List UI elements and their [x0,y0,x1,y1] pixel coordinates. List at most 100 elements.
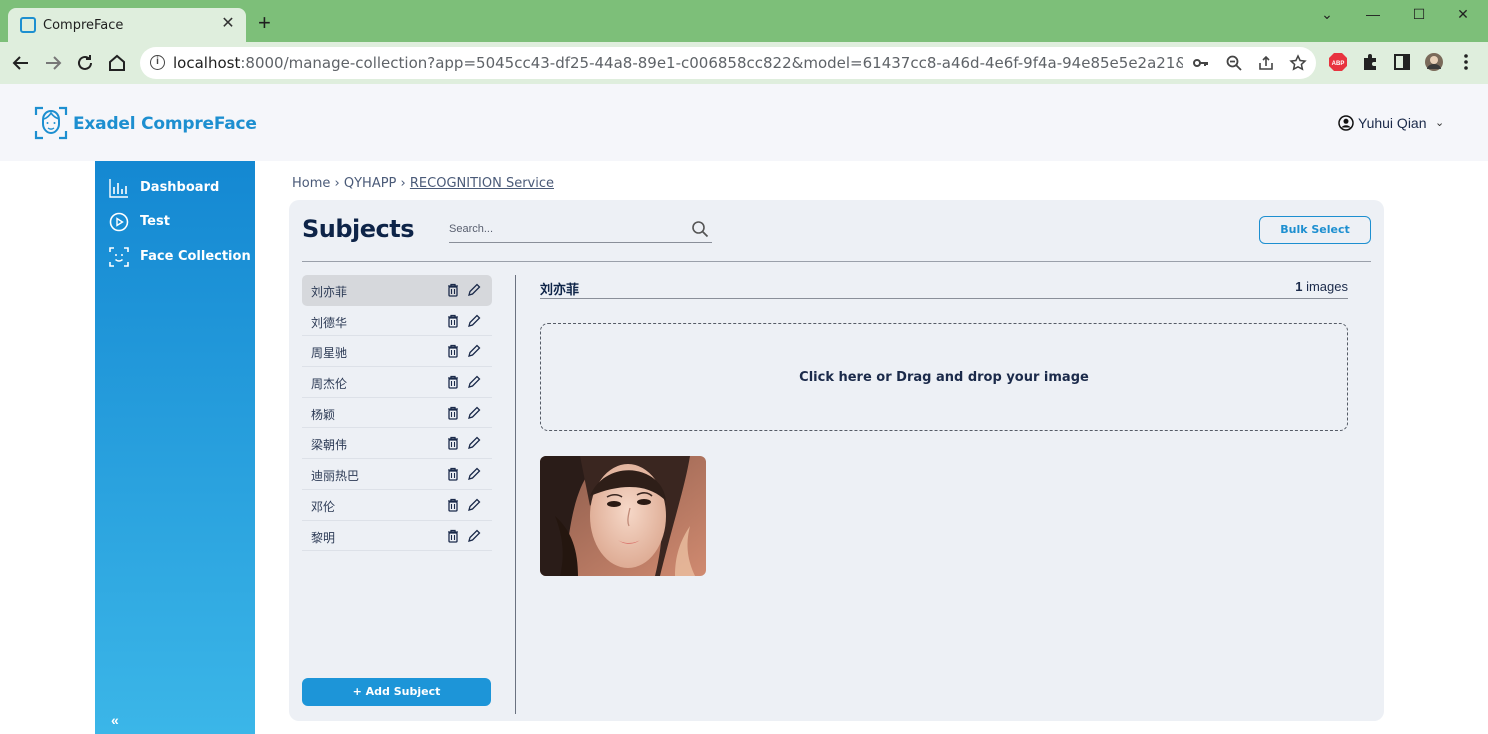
trash-icon[interactable] [447,283,459,297]
divider [515,275,516,714]
divider [540,298,1348,299]
sidebar-item-label: Dashboard [140,180,220,195]
pencil-edit-icon[interactable] [467,436,481,450]
pencil-edit-icon[interactable] [467,314,481,328]
tab-search-icon[interactable]: ⌄ [1312,6,1342,26]
browser-menu-icon[interactable] [1456,52,1476,72]
home-icon[interactable] [106,52,128,74]
subject-row[interactable]: 刘亦菲 [302,275,492,306]
breadcrumb-service[interactable]: RECOGNITION Service [410,176,554,191]
chevron-down-icon: ⌄ [1435,117,1445,129]
zoom-icon[interactable] [1225,54,1243,72]
back-arrow-icon[interactable] [10,52,32,74]
pencil-edit-icon[interactable] [467,529,481,543]
compreface-favicon-icon [20,17,36,33]
add-subject-button[interactable]: + Add Subject [302,678,491,706]
trash-icon[interactable] [447,406,459,420]
subject-name: 梁朝伟 [311,438,348,453]
logo-text[interactable]: Exadel CompreFace [73,114,257,134]
forward-arrow-icon[interactable] [42,52,64,74]
user-name: Yuhui Qian [1358,115,1427,131]
pencil-edit-icon[interactable] [467,344,481,358]
minimize-button[interactable]: — [1358,6,1388,26]
subject-row[interactable]: 周杰伦 [302,367,492,398]
pencil-edit-icon[interactable] [467,467,481,481]
breadcrumb: Home › QYHAPP › RECOGNITION Service [292,176,554,191]
face-scan-icon [109,247,129,267]
trash-icon[interactable] [447,375,459,389]
sidebar-item-label: Test [140,214,170,229]
page-title: Subjects [302,215,415,243]
trash-icon[interactable] [447,436,459,451]
key-icon[interactable] [1192,54,1210,72]
subjects-panel: Subjects Bulk Select 刘亦菲刘德华周星驰周杰伦杨颖梁朝伟迪丽… [289,200,1384,721]
address-bar[interactable]: i localhost:8000/manage-collection?app=5… [140,47,1316,79]
bookmark-star-icon[interactable] [1289,54,1307,72]
url-text: localhost:8000/manage-collection?app=504… [173,54,1183,72]
subject-name: 周星驰 [311,346,348,361]
pencil-edit-icon[interactable] [467,498,481,512]
breadcrumb-app[interactable]: QYHAPP [344,176,397,191]
subject-row[interactable]: 刘德华 [302,306,492,337]
subject-photo-thumbnail[interactable] [540,456,706,576]
subject-name: 黎明 [311,530,336,545]
user-circle-icon [1338,115,1354,131]
trash-icon[interactable] [447,498,459,512]
subject-row[interactable]: 黎明 [302,521,492,552]
pencil-edit-icon[interactable] [467,283,481,297]
new-tab-button[interactable]: + [258,12,271,34]
compreface-logo-icon[interactable] [34,106,68,140]
selected-subject-name: 刘亦菲 [540,283,580,298]
subject-name: 刘德华 [311,315,348,330]
play-circle-icon [109,212,129,232]
extensions-puzzle-icon[interactable] [1360,52,1380,72]
subject-name: 周杰伦 [311,377,348,392]
subject-row[interactable]: 邓伦 [302,490,492,521]
site-info-icon[interactable]: i [150,55,165,70]
app-header: Exadel CompreFace Yuhui Qian ⌄ [0,84,1488,161]
subject-name: 杨颖 [311,407,336,422]
close-window-button[interactable]: ✕ [1448,6,1478,26]
reload-icon[interactable] [74,52,96,74]
breadcrumb-home[interactable]: Home [292,176,330,191]
subject-list: 刘亦菲刘德华周星驰周杰伦杨颖梁朝伟迪丽热巴邓伦黎明 [302,275,492,552]
breadcrumb-separator: › [400,176,406,191]
breadcrumb-separator: › [334,176,340,191]
subject-name: 刘亦菲 [311,285,348,299]
svg-text:ABP: ABP [1332,61,1345,67]
bulk-select-button[interactable]: Bulk Select [1259,216,1371,244]
subject-name: 迪丽热巴 [311,469,360,484]
search-field[interactable] [449,218,712,243]
adblock-plus-icon[interactable]: ABP [1328,52,1348,72]
trash-icon[interactable] [447,467,459,481]
browser-tabbar: CompreFace ✕ + ⌄ — ☐ ✕ [0,0,1488,42]
image-dropzone[interactable]: Click here or Drag and drop your image [540,323,1348,431]
sidebar-item-label: Face Collection [140,249,251,264]
maximize-button[interactable]: ☐ [1404,6,1434,26]
profile-avatar-icon[interactable] [1424,52,1444,72]
search-icon[interactable] [691,220,709,238]
trash-icon[interactable] [447,344,459,359]
chart-bars-icon [109,179,128,198]
subject-name: 邓伦 [311,499,336,514]
tab-title: CompreFace [43,18,124,33]
trash-icon[interactable] [447,314,459,328]
search-input[interactable] [449,220,679,238]
side-panel-icon[interactable] [1392,52,1412,72]
divider [302,261,1371,262]
tab-close-icon[interactable]: ✕ [218,14,238,34]
sidebar: Dashboard Test Face Collection « [95,161,255,734]
subject-row[interactable]: 杨颖 [302,398,492,429]
browser-tab[interactable]: CompreFace ✕ [8,8,246,42]
subject-row[interactable]: 迪丽热巴 [302,459,492,490]
trash-icon[interactable] [447,529,459,543]
subject-row[interactable]: 周星驰 [302,336,492,368]
pencil-edit-icon[interactable] [467,375,481,389]
image-count: 1 images [1295,279,1348,294]
share-icon[interactable] [1257,54,1275,72]
collapse-sidebar-button[interactable]: « [111,712,119,728]
dropzone-text: Click here or Drag and drop your image [799,370,1089,385]
subject-row[interactable]: 梁朝伟 [302,428,492,460]
browser-toolbar: i localhost:8000/manage-collection?app=5… [0,42,1488,84]
pencil-edit-icon[interactable] [467,406,481,420]
